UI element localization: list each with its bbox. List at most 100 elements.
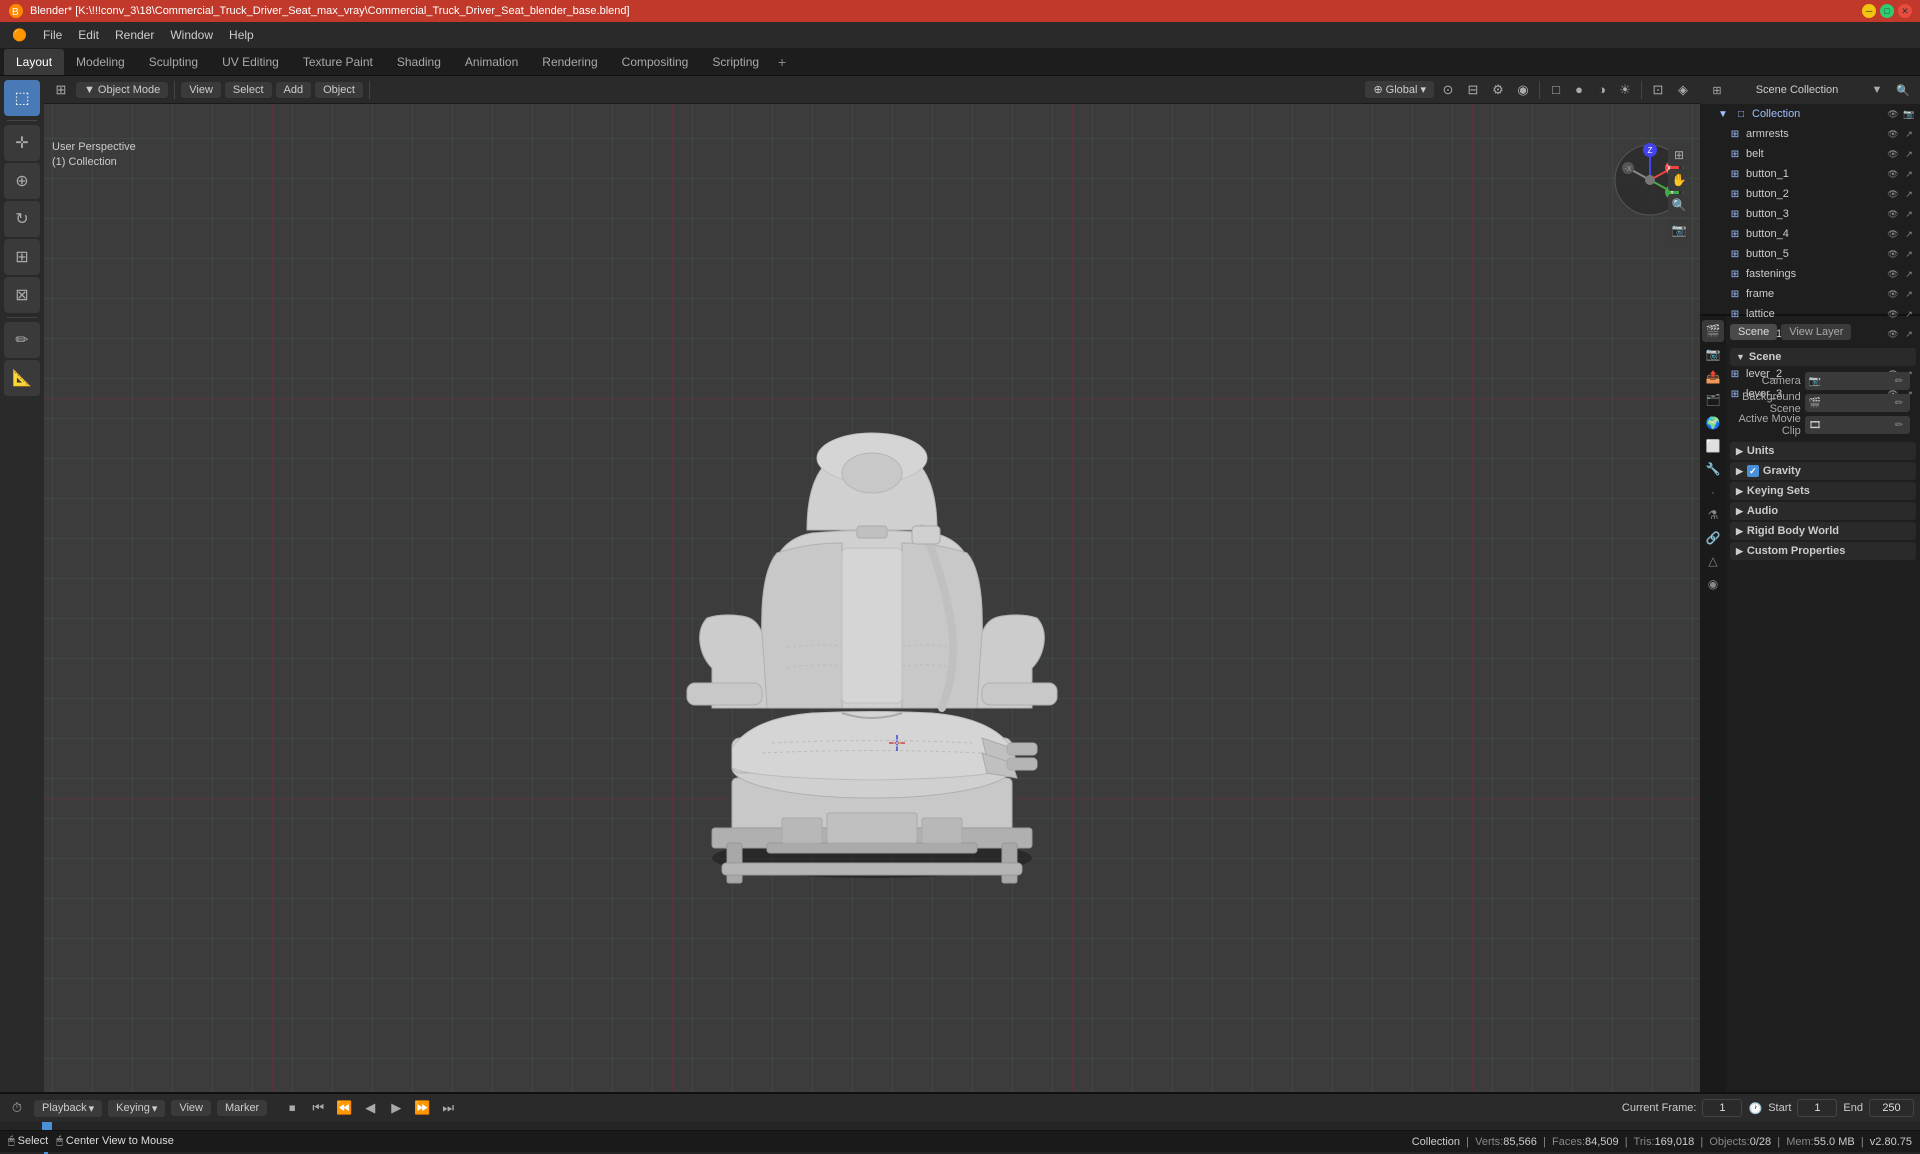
move-tool-button[interactable]: ⊕ bbox=[4, 163, 40, 199]
collection-render-icon[interactable]: 📷 bbox=[1902, 107, 1916, 121]
menu-help[interactable]: Help bbox=[221, 26, 262, 44]
movie-edit-icon[interactable]: ✏ bbox=[1892, 418, 1906, 432]
viewport-icon-camera[interactable]: ⊞ bbox=[1668, 144, 1690, 166]
s[interactable]: ↗ bbox=[1902, 247, 1916, 261]
maximize-button[interactable]: □ bbox=[1880, 4, 1894, 18]
end-frame-input[interactable] bbox=[1869, 1099, 1914, 1117]
material-preview-button[interactable]: ◑ bbox=[1591, 79, 1613, 101]
props-tab-world-icon[interactable]: 🌍 bbox=[1702, 412, 1724, 434]
props-tab-object-icon[interactable]: ⬜ bbox=[1702, 435, 1724, 457]
scene-tab-button[interactable]: Scene bbox=[1730, 324, 1777, 340]
props-tab-material-icon[interactable]: ◉ bbox=[1702, 573, 1724, 595]
outliner-item-fastenings[interactable]: ⊞ fastenings 👁↗ bbox=[1700, 264, 1920, 284]
s[interactable]: ↗ bbox=[1902, 227, 1916, 241]
keying-menu-button[interactable]: Keying ▾ bbox=[108, 1100, 165, 1117]
s[interactable]: ↗ bbox=[1902, 287, 1916, 301]
camera-value[interactable]: 📷 ✏ bbox=[1805, 372, 1910, 390]
close-button[interactable]: ✕ bbox=[1898, 4, 1912, 18]
transform-orientation-selector[interactable]: ⊕ Global ▾ bbox=[1365, 81, 1434, 98]
outliner-item-button5[interactable]: ⊞ button_5 👁↗ bbox=[1700, 244, 1920, 264]
props-tab-render-icon[interactable]: 📷 bbox=[1702, 343, 1724, 365]
tab-shading[interactable]: Shading bbox=[385, 49, 453, 75]
play-button[interactable]: ▶ bbox=[385, 1097, 407, 1119]
tab-compositing[interactable]: Compositing bbox=[610, 49, 701, 75]
jump-end-button[interactable]: ⏭ bbox=[437, 1097, 459, 1119]
outliner-filter-icon[interactable]: ▼ bbox=[1866, 79, 1888, 101]
sel-icon[interactable]: ↗ bbox=[1902, 127, 1916, 141]
jump-start-button[interactable]: ⏮ bbox=[307, 1097, 329, 1119]
viewport-icon-grab[interactable]: ✋ bbox=[1668, 169, 1690, 191]
object-mode-selector[interactable]: ▼ Object Mode bbox=[76, 82, 168, 98]
v[interactable]: 👁 bbox=[1886, 207, 1900, 221]
keying-sets-section-header[interactable]: ▶ Keying Sets bbox=[1730, 482, 1916, 500]
sel-icon-2[interactable]: ↗ bbox=[1902, 147, 1916, 161]
snap-options-button[interactable]: ⚙ bbox=[1487, 79, 1509, 101]
view-layer-tab-button[interactable]: View Layer bbox=[1781, 324, 1851, 340]
vis-icon[interactable]: 👁 bbox=[1886, 127, 1900, 141]
v[interactable]: 👁 bbox=[1886, 227, 1900, 241]
props-tab-output-icon[interactable]: 📤 bbox=[1702, 366, 1724, 388]
object-menu-button[interactable]: Object bbox=[315, 82, 363, 98]
props-tab-scene-icon[interactable]: 🎬 bbox=[1702, 320, 1724, 342]
wireframe-mode-button[interactable]: □ bbox=[1545, 79, 1567, 101]
vis-icon-2[interactable]: 👁 bbox=[1886, 147, 1900, 161]
transform-tool-button[interactable]: ⊠ bbox=[4, 277, 40, 313]
outliner-item-button1[interactable]: ⊞ button_1 👁↗ bbox=[1700, 164, 1920, 184]
props-tab-particles-icon[interactable]: · bbox=[1702, 481, 1724, 503]
add-menu-button[interactable]: Add bbox=[276, 82, 312, 98]
menu-file[interactable]: File bbox=[35, 26, 70, 44]
gravity-checkbox[interactable]: ✓ bbox=[1747, 465, 1759, 477]
add-workspace-button[interactable]: + bbox=[771, 51, 793, 73]
stop-button[interactable]: ⏹ bbox=[281, 1097, 303, 1119]
tab-scripting[interactable]: Scripting bbox=[700, 49, 771, 75]
menu-edit[interactable]: Edit bbox=[70, 26, 107, 44]
rotate-tool-button[interactable]: ↻ bbox=[4, 201, 40, 237]
scene-section-header[interactable]: ▼ Scene bbox=[1730, 348, 1916, 366]
outliner-item-collection[interactable]: ▼ □ Collection 👁 📷 bbox=[1700, 104, 1920, 124]
v[interactable]: 👁 bbox=[1886, 287, 1900, 301]
outliner-item-button2[interactable]: ⊞ button_2 👁↗ bbox=[1700, 184, 1920, 204]
outliner-item-button3[interactable]: ⊞ button_3 👁↗ bbox=[1700, 204, 1920, 224]
outliner-item-armrests[interactable]: ⊞ armrests 👁 ↗ bbox=[1700, 124, 1920, 144]
s[interactable]: ↗ bbox=[1902, 207, 1916, 221]
s[interactable]: ↗ bbox=[1902, 187, 1916, 201]
solid-mode-button[interactable]: ● bbox=[1568, 79, 1590, 101]
start-frame-input[interactable] bbox=[1797, 1099, 1837, 1117]
outliner-item-button4[interactable]: ⊞ button_4 👁↗ bbox=[1700, 224, 1920, 244]
outliner-type-icon[interactable]: ⊞ bbox=[1706, 79, 1728, 101]
props-tab-view-layer-icon[interactable]: 🗂 bbox=[1702, 389, 1724, 411]
v[interactable]: 👁 bbox=[1886, 167, 1900, 181]
tab-rendering[interactable]: Rendering bbox=[530, 49, 609, 75]
v[interactable]: 👁 bbox=[1886, 247, 1900, 261]
viewport-3d[interactable]: ⊞ ▼ Object Mode View Select Add Object ⊕… bbox=[44, 76, 1700, 1092]
select-menu-button[interactable]: Select bbox=[225, 82, 272, 98]
props-tab-constraints-icon[interactable]: 🔗 bbox=[1702, 527, 1724, 549]
outliner-item-belt[interactable]: ⊞ belt 👁 ↗ bbox=[1700, 144, 1920, 164]
cursor-tool-button[interactable]: ✛ bbox=[4, 125, 40, 161]
prev-frame-button[interactable]: ⏪ bbox=[333, 1097, 355, 1119]
gravity-section-header[interactable]: ▶ ✓ Gravity bbox=[1730, 462, 1916, 480]
window-controls[interactable]: ─ □ ✕ bbox=[1862, 4, 1912, 18]
s[interactable]: ↗ bbox=[1902, 167, 1916, 181]
tab-modeling[interactable]: Modeling bbox=[64, 49, 137, 75]
tab-texture-paint[interactable]: Texture Paint bbox=[291, 49, 385, 75]
outliner-item-frame[interactable]: ⊞ frame 👁↗ bbox=[1700, 284, 1920, 304]
viewport-type-icon[interactable]: ⊞ bbox=[50, 79, 72, 101]
custom-properties-section-header[interactable]: ▶ Custom Properties bbox=[1730, 542, 1916, 560]
playback-menu-button[interactable]: Playback ▾ bbox=[34, 1100, 102, 1117]
outliner-search-icon[interactable]: 🔍 bbox=[1892, 79, 1914, 101]
props-tab-physics-icon[interactable]: ⚗ bbox=[1702, 504, 1724, 526]
v[interactable]: 👁 bbox=[1886, 267, 1900, 281]
units-section-header[interactable]: ▶ Units bbox=[1730, 442, 1916, 460]
minimize-button[interactable]: ─ bbox=[1862, 4, 1876, 18]
audio-section-header[interactable]: ▶ Audio bbox=[1730, 502, 1916, 520]
v[interactable]: 👁 bbox=[1886, 187, 1900, 201]
viewport-icon-zoom[interactable]: 🔍 bbox=[1668, 194, 1690, 216]
background-scene-value[interactable]: 🎬 ✏ bbox=[1805, 394, 1910, 412]
timeline-view-menu-button[interactable]: View bbox=[171, 1100, 211, 1116]
marker-menu-button[interactable]: Marker bbox=[217, 1100, 267, 1116]
scale-tool-button[interactable]: ⊞ bbox=[4, 239, 40, 275]
select-tool-button[interactable]: ⬚ bbox=[4, 80, 40, 116]
annotate-tool-button[interactable]: ✏ bbox=[4, 322, 40, 358]
s[interactable]: ↗ bbox=[1902, 267, 1916, 281]
